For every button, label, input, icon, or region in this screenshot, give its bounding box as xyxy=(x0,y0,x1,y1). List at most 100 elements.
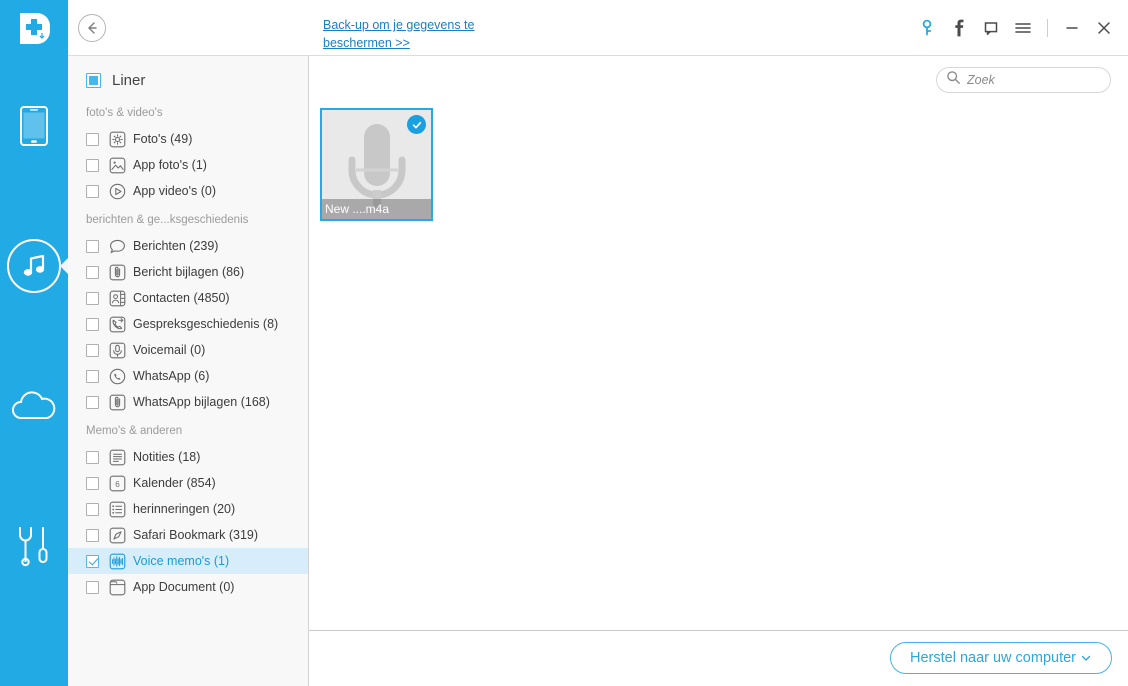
category-checkbox[interactable] xyxy=(86,580,99,594)
call-history-icon xyxy=(108,315,126,333)
notes-icon xyxy=(108,448,126,466)
category-checkbox[interactable] xyxy=(86,502,99,516)
sidebar-item-attachment[interactable]: Bericht bijlagen (86) xyxy=(68,259,308,285)
rail-item-tools[interactable] xyxy=(0,476,68,616)
feedback-icon[interactable] xyxy=(975,8,1007,48)
calendar-icon: 6 xyxy=(108,474,126,492)
title-bar: Back-up om je gegevens te beschermen >> xyxy=(68,0,1128,56)
category-checkbox[interactable] xyxy=(86,343,99,357)
search-box[interactable] xyxy=(936,67,1111,93)
sidebar-item-attachment[interactable]: WhatsApp bijlagen (168) xyxy=(68,389,308,415)
sidebar-item-label: WhatsApp bijlagen (168) xyxy=(133,395,270,409)
sidebar-item-label: Kalender (854) xyxy=(133,476,216,490)
reminders-icon xyxy=(108,500,126,518)
sidebar-item-messages[interactable]: Berichten (239) xyxy=(68,233,308,259)
restore-to-computer-button[interactable]: Herstel naar uw computer xyxy=(890,642,1112,674)
category-group-list: foto's & video's Foto's (49) App foto's (1… xyxy=(68,101,308,600)
category-checkbox[interactable] xyxy=(86,265,99,279)
rail-item-music[interactable] xyxy=(0,196,69,336)
sidebar-item-voicemail[interactable]: Voicemail (0) xyxy=(68,337,308,363)
sidebar-item-label: Voicemail (0) xyxy=(133,343,206,357)
device-row[interactable]: Liner xyxy=(68,63,308,97)
sidebar-item-photos[interactable]: Foto's (49) xyxy=(68,126,308,152)
category-checkbox[interactable] xyxy=(86,291,99,305)
phone-icon xyxy=(19,105,49,147)
file-grid: New ....m4a xyxy=(320,108,433,221)
sidebar-item-reminders[interactable]: herinneringen (20) xyxy=(68,496,308,522)
restore-button-label: Herstel naar uw computer xyxy=(909,650,1076,666)
sidebar-item-app-videos[interactable]: App video's (0) xyxy=(68,178,308,204)
category-checkbox[interactable] xyxy=(86,369,99,383)
close-button[interactable] xyxy=(1088,8,1120,48)
back-button[interactable] xyxy=(78,14,106,42)
safari-icon xyxy=(108,526,126,544)
rail-item-cloud[interactable] xyxy=(0,336,68,476)
category-checkbox[interactable] xyxy=(86,158,99,172)
category-checkbox[interactable] xyxy=(86,132,99,146)
category-checkbox[interactable] xyxy=(86,528,99,542)
category-checkbox[interactable] xyxy=(86,395,99,409)
check-circle-icon[interactable] xyxy=(407,115,426,134)
search-icon xyxy=(946,70,961,90)
cloud-icon xyxy=(11,391,57,421)
sidebar-item-label: Bericht bijlagen (86) xyxy=(133,265,245,279)
whatsapp-icon xyxy=(108,367,126,385)
sidebar-item-label: Foto's (49) xyxy=(133,132,193,146)
category-sidebar: Liner foto's & video's Foto's (49) App fot… xyxy=(68,56,309,686)
chevron-down-icon[interactable] xyxy=(1080,652,1092,664)
category-checkbox[interactable] xyxy=(86,317,99,331)
bottom-bar: Herstel naar uw computer xyxy=(309,632,1128,686)
sidebar-item-app-photos[interactable]: App foto's (1) xyxy=(68,152,308,178)
app-document-icon xyxy=(108,578,126,596)
contacts-icon xyxy=(108,289,126,307)
sidebar-item-safari[interactable]: Safari Bookmark (319) xyxy=(68,522,308,548)
attachment-icon xyxy=(108,263,126,281)
sidebar-item-label: App Document (0) xyxy=(133,580,235,594)
actions-divider xyxy=(1047,19,1048,37)
drfone-logo-icon xyxy=(20,13,50,44)
sidebar-item-label: Gespreksgeschiedenis (8) xyxy=(133,317,279,331)
rail-item-phone[interactable] xyxy=(0,56,68,196)
back-arrow-icon xyxy=(88,22,97,34)
photos-icon xyxy=(108,130,126,148)
content-area: New ....m4a xyxy=(309,56,1128,631)
sidebar-item-whatsapp[interactable]: WhatsApp (6) xyxy=(68,363,308,389)
register-key-icon[interactable] xyxy=(911,8,943,48)
sidebar-item-label: App video's (0) xyxy=(133,184,216,198)
file-tile[interactable]: New ....m4a xyxy=(320,108,433,221)
search-input[interactable] xyxy=(967,73,1095,87)
sidebar-item-label: Berichten (239) xyxy=(133,239,219,253)
sidebar-item-calendar[interactable]: 6 Kalender (854) xyxy=(68,470,308,496)
sidebar-item-notes[interactable]: Notities (18) xyxy=(68,444,308,470)
sidebar-item-label: Contacten (4850) xyxy=(133,291,230,305)
minimize-button[interactable] xyxy=(1056,8,1088,48)
sidebar-item-contacts[interactable]: Contacten (4850) xyxy=(68,285,308,311)
sidebar-item-label: Voice memo's (1) xyxy=(133,554,230,568)
sidebar-item-app-document[interactable]: App Document (0) xyxy=(68,574,308,600)
svg-text:6: 6 xyxy=(115,479,120,488)
category-checkbox[interactable] xyxy=(86,554,99,568)
device-name: Liner xyxy=(112,71,146,89)
sidebar-item-call-history[interactable]: Gespreksgeschiedenis (8) xyxy=(68,311,308,337)
sidebar-item-label: herinneringen (20) xyxy=(133,502,236,516)
facebook-icon[interactable] xyxy=(943,8,975,48)
device-checkbox[interactable] xyxy=(86,72,101,88)
rail-item-list xyxy=(0,56,69,616)
hamburger-menu-icon[interactable] xyxy=(1007,8,1039,48)
attachment-icon xyxy=(108,393,126,411)
category-group-title: Memo's & anderen xyxy=(86,425,183,437)
app-videos-icon xyxy=(108,182,126,200)
category-checkbox[interactable] xyxy=(86,476,99,490)
sidebar-item-label: Safari Bookmark (319) xyxy=(133,528,259,542)
messages-icon xyxy=(108,237,126,255)
sidebar-item-voice-memo[interactable]: Voice memo's (1) xyxy=(68,548,308,574)
category-checkbox[interactable] xyxy=(86,450,99,464)
wrench-screwdriver-icon xyxy=(14,524,54,568)
category-checkbox[interactable] xyxy=(86,184,99,198)
category-group-title: berichten & ge...ksgeschiedenis xyxy=(86,214,249,226)
category-checkbox[interactable] xyxy=(86,239,99,253)
sidebar-item-label: App foto's (1) xyxy=(133,158,207,172)
backup-promo-link[interactable]: Back-up om je gegevens te beschermen >> xyxy=(323,16,503,52)
sidebar-item-label: Notities (18) xyxy=(133,450,201,464)
app-window: Back-up om je gegevens te beschermen >> xyxy=(0,0,1128,686)
